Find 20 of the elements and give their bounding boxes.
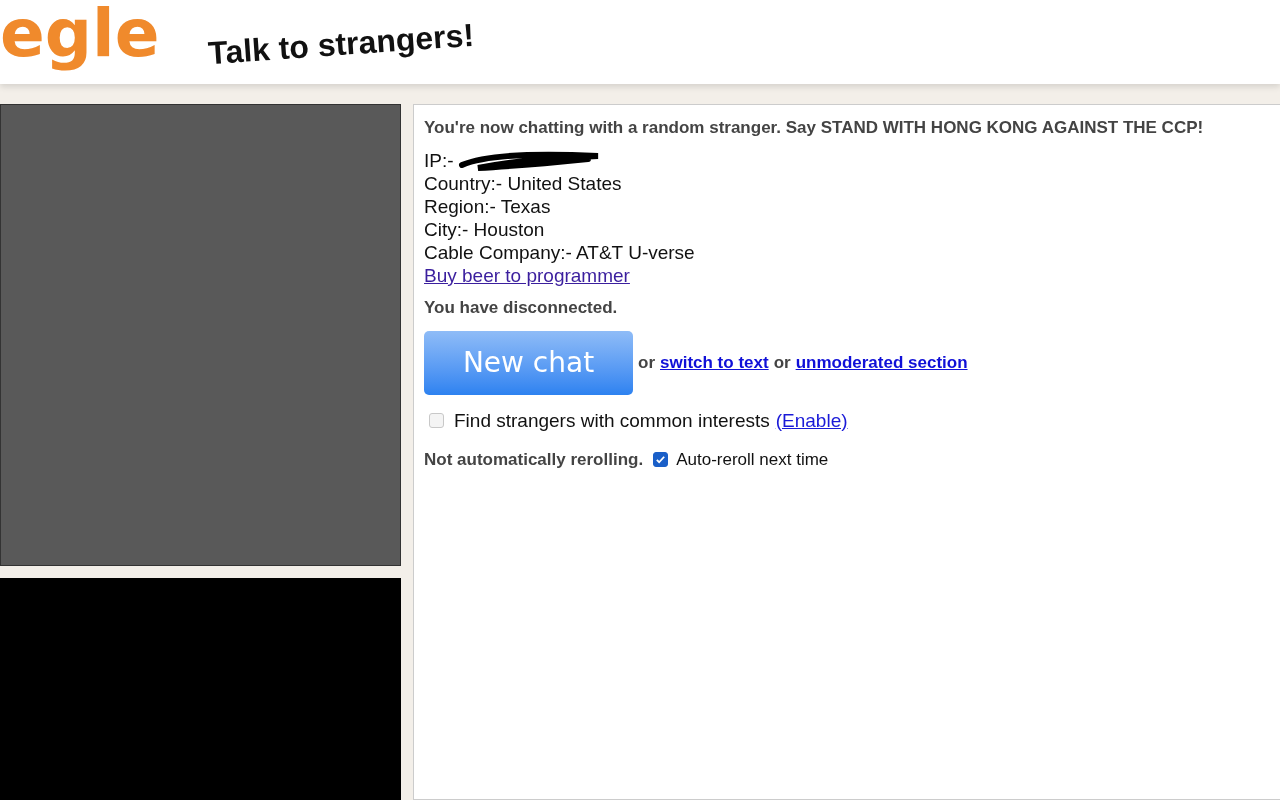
status-message: You have disconnected. — [424, 297, 619, 319]
or-text: or — [638, 351, 655, 374]
intro-message: You're now chatting with a random stranger. Say STAND WITH HONG KONG AGAINST THE CCP! — [424, 117, 1205, 139]
or-text: or — [773, 351, 791, 374]
interests-label: Find strangers with common interests — [454, 408, 770, 433]
switch-to-text-link[interactable]: switch to text — [660, 349, 769, 376]
interests-checkbox[interactable] — [429, 413, 444, 429]
enable-link[interactable]: (Enable) — [775, 406, 848, 435]
check-icon — [655, 454, 667, 466]
info-line: Cable Company:- AT&T U-verse — [424, 241, 696, 264]
reroll-status: Not automatically rerolling. — [424, 449, 644, 471]
info-line: Country:- United States — [424, 172, 623, 195]
beer-link[interactable]: Buy beer to programmer — [424, 265, 630, 286]
auto-reroll-checkbox[interactable] — [653, 452, 669, 468]
tagline: Talk to strangers! — [206, 15, 476, 74]
info-line: City:- Houston — [424, 218, 546, 241]
info-line: Region:- Texas — [424, 195, 552, 218]
unmoderated-link[interactable]: unmoderated section — [795, 349, 968, 376]
info-line: IP:- — [424, 149, 454, 172]
auto-reroll-label: Auto-reroll next time — [676, 449, 829, 471]
